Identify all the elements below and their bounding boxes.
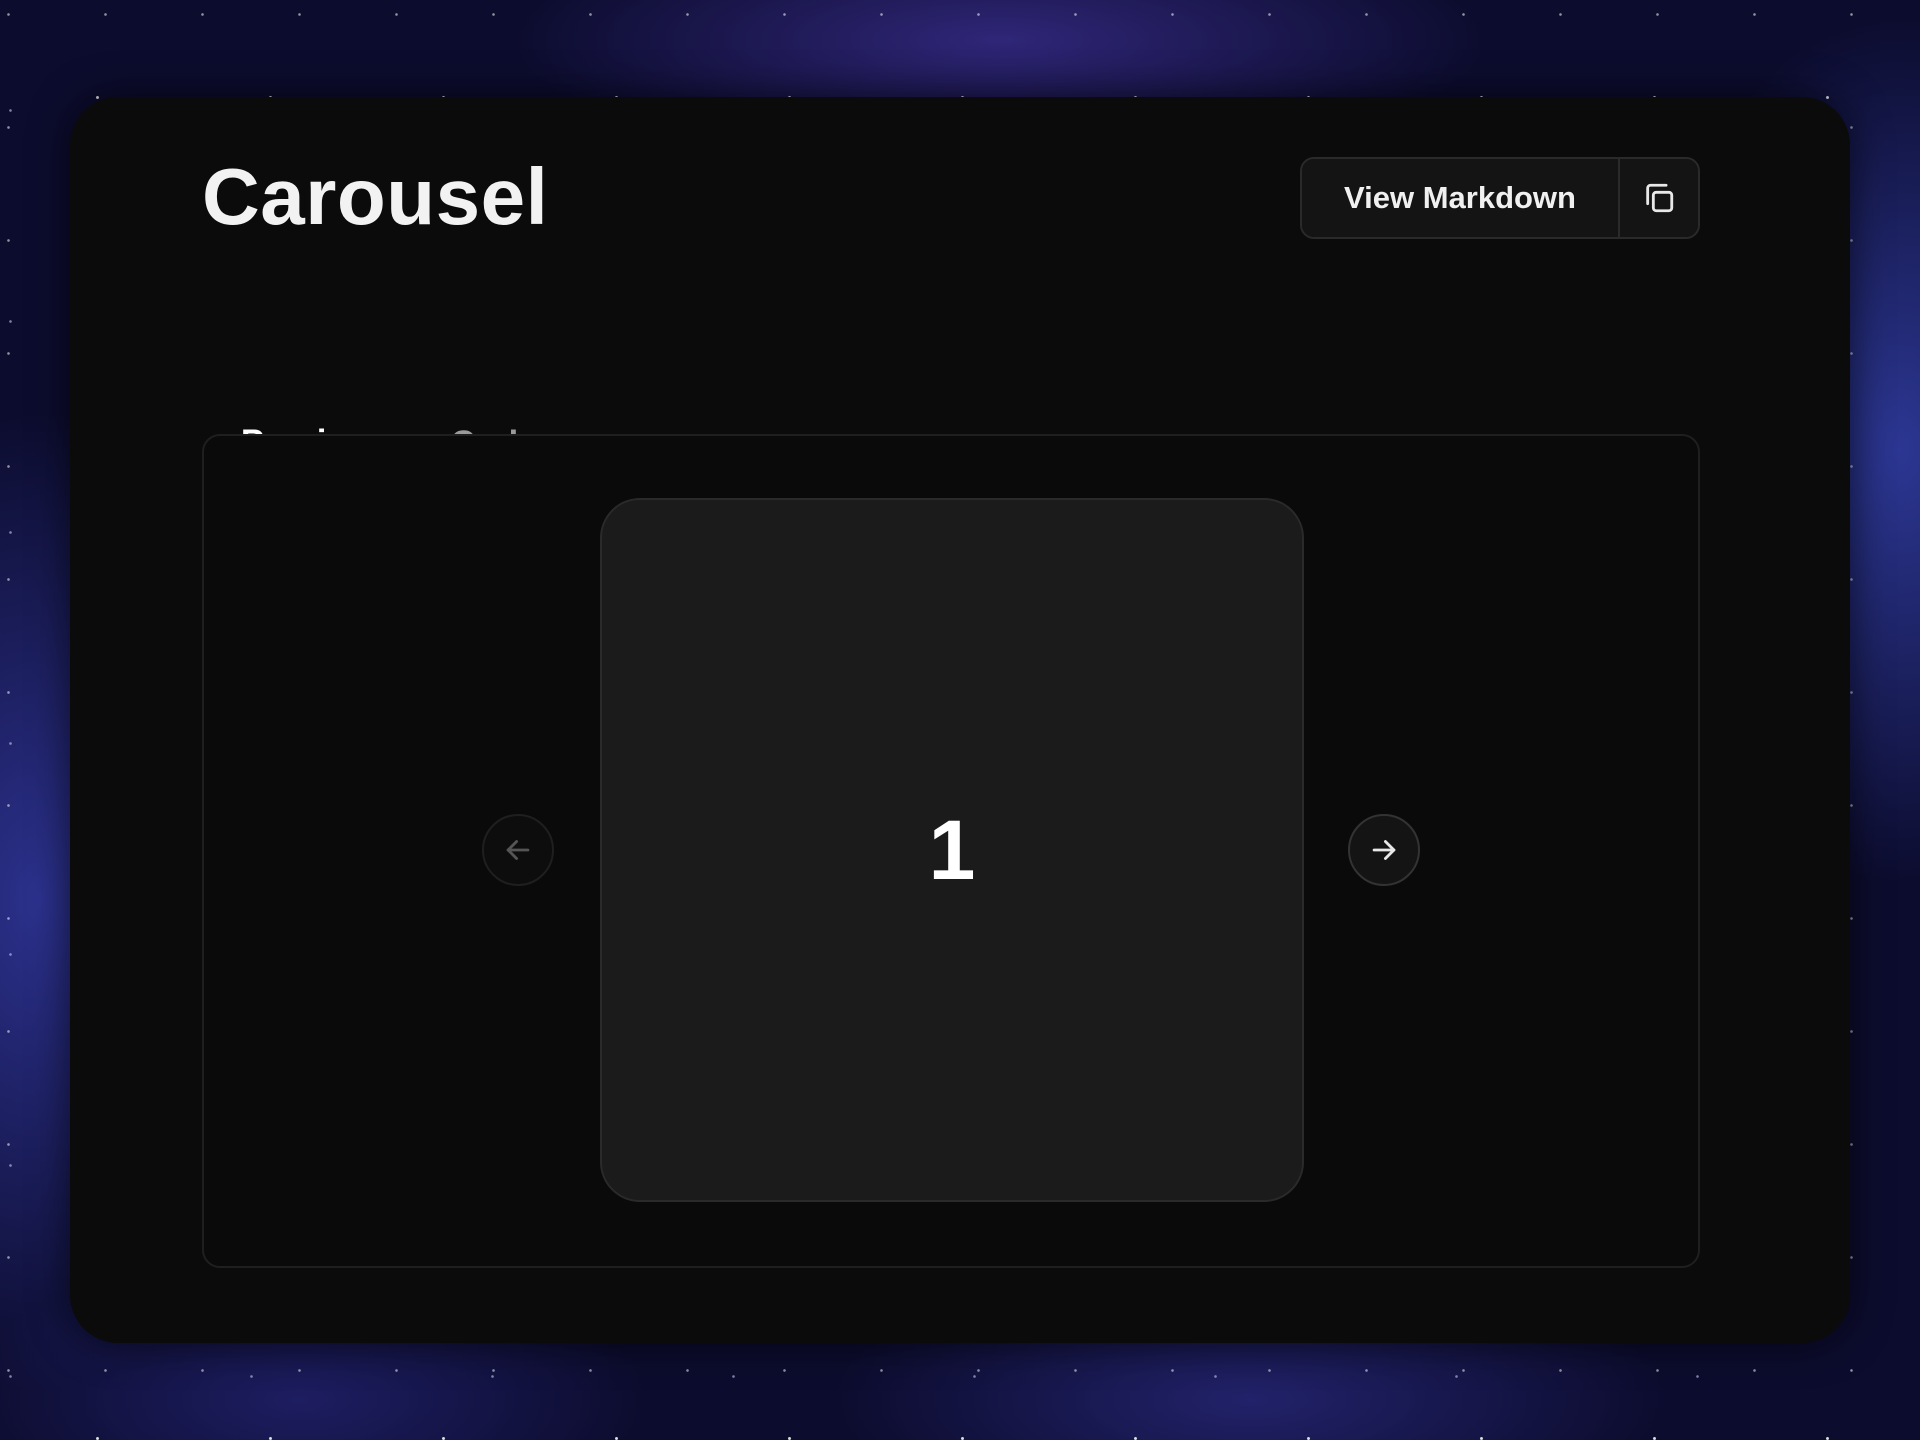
carousel-next-button[interactable] [1348,814,1420,886]
preview-area: 1 [202,434,1700,1268]
copy-button[interactable] [1618,159,1698,237]
arrow-left-icon [501,833,535,867]
slide-number: 1 [928,802,976,897]
page-title: Carousel [202,152,549,241]
carousel-previous-button[interactable] [482,814,554,886]
component-panel: Carousel View Markdown Preview Code [70,97,1850,1343]
copy-icon [1642,181,1676,215]
arrow-right-icon [1367,833,1401,867]
carousel-slide: 1 [600,498,1304,1202]
header-actions: View Markdown [1300,157,1700,239]
view-markdown-button[interactable]: View Markdown [1302,159,1618,237]
